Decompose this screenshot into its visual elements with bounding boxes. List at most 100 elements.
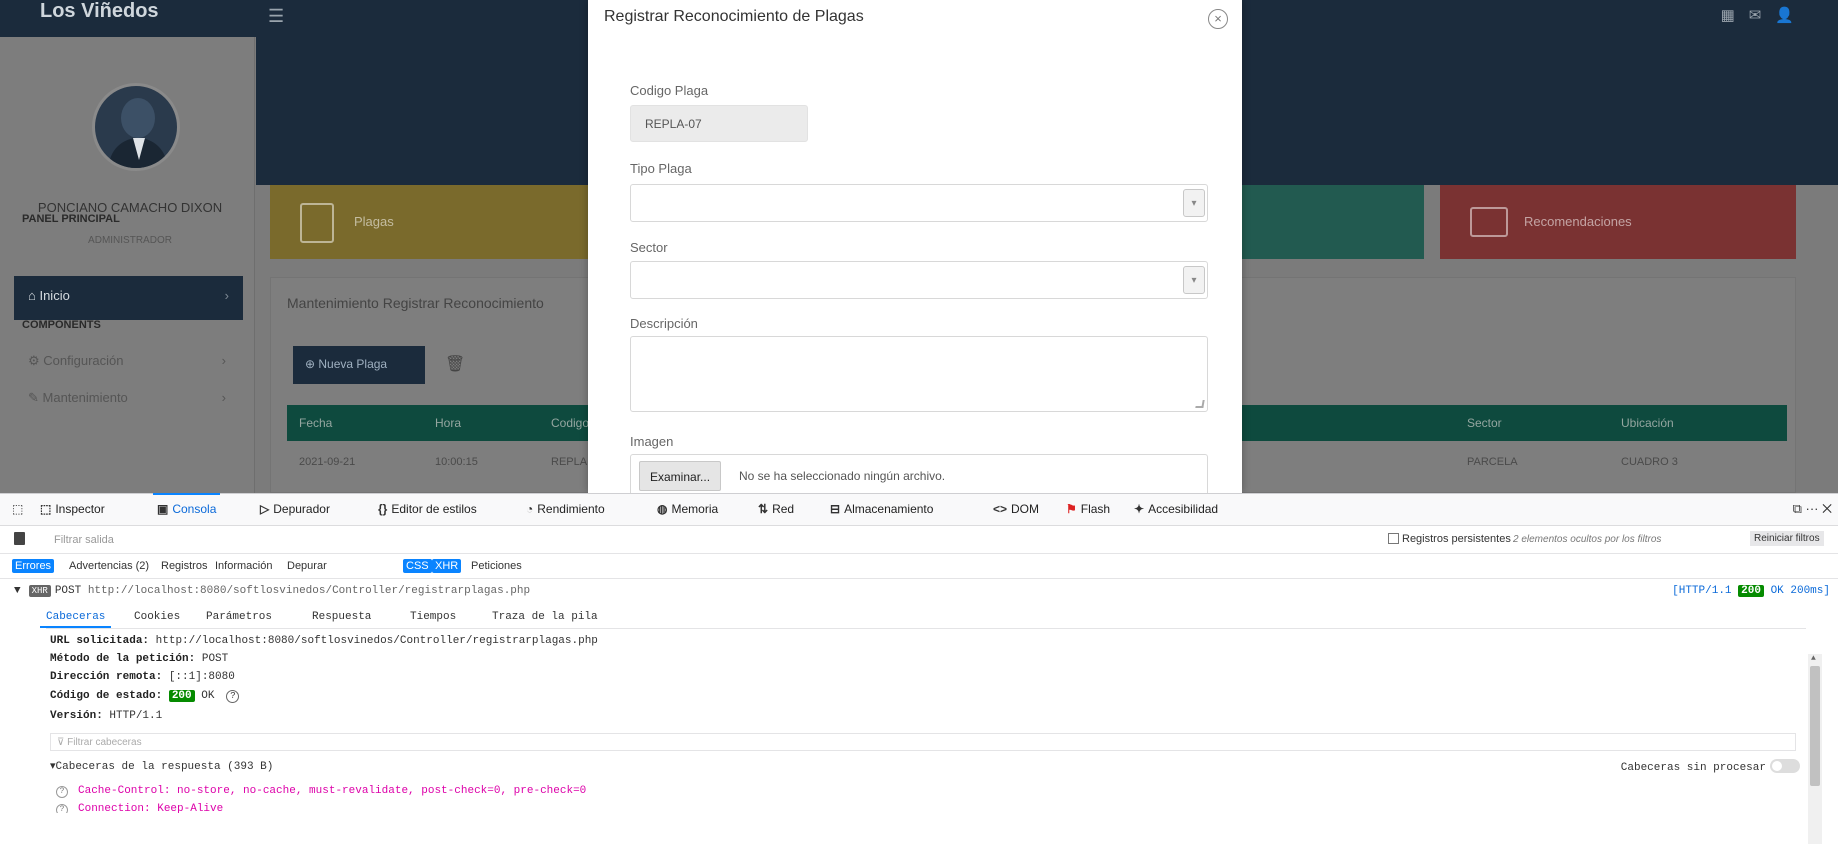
- request-summary[interactable]: ▼ XHR POST http://localhost:8080/softlosvi…: [14, 585, 530, 597]
- level-css[interactable]: CSS: [403, 559, 432, 573]
- help-icon[interactable]: ?: [56, 804, 68, 813]
- scrollbar-thumb[interactable]: [1810, 666, 1820, 786]
- debugger-icon: ▷: [260, 502, 270, 516]
- sidebar-item-home[interactable]: ⌂ Inicio ›: [14, 276, 243, 320]
- request-detail-tabs: Cabeceras Cookies Parámetros Respuesta T…: [39, 607, 1806, 629]
- tab-cookies[interactable]: Cookies: [134, 611, 180, 623]
- sidebar-item-maintenance[interactable]: ✎ Mantenimiento ›: [28, 390, 238, 406]
- level-info[interactable]: Información: [212, 559, 275, 573]
- help-icon[interactable]: ?: [226, 690, 240, 703]
- level-errors[interactable]: Errores: [12, 559, 55, 573]
- checkbox-icon: [1388, 533, 1399, 544]
- tile-recomendaciones[interactable]: Recomendaciones: [1440, 185, 1796, 259]
- column-header[interactable]: Fecha: [299, 416, 332, 430]
- tab-console[interactable]: ▣ Consola: [152, 493, 221, 516]
- level-logs[interactable]: Registros: [158, 559, 210, 573]
- tab-flash[interactable]: ⚑ Flash: [1066, 502, 1110, 516]
- filter-output-input[interactable]: Filtrar salida: [54, 534, 114, 546]
- expand-triangle-icon[interactable]: ▼: [14, 585, 21, 597]
- inspector-icon: ⬚: [40, 502, 52, 516]
- level-debug[interactable]: Depurar: [284, 559, 330, 573]
- tab-headers[interactable]: Cabeceras: [39, 611, 112, 628]
- persist-logs-checkbox[interactable]: Registros persistentes: [1388, 533, 1511, 545]
- type-select[interactable]: ▾: [630, 184, 1208, 222]
- menu-toggle-icon[interactable]: ☰: [268, 6, 284, 27]
- request-url[interactable]: http://localhost:8080/softlosvinedos/Con…: [88, 585, 530, 597]
- tab-label: Red: [772, 502, 795, 516]
- topbar-icons[interactable]: ▦✉👤: [1721, 6, 1808, 24]
- sidebar-item-label: Mantenimiento: [42, 390, 128, 405]
- tab-performance[interactable]: ◔ Rendimiento: [526, 502, 605, 516]
- tab-params[interactable]: Parámetros: [206, 611, 272, 623]
- protocol-text: [HTTP/1.1: [1672, 585, 1732, 597]
- level-xhr[interactable]: XHR: [432, 559, 462, 573]
- close-icon[interactable]: ×: [1208, 9, 1228, 29]
- console-filter-bar: Filtrar salida Registros persistentes 2 …: [0, 526, 1838, 554]
- field-value[interactable]: http://localhost:8080/softlosvinedos/Con…: [156, 635, 598, 647]
- scroll-up-icon[interactable]: ▲: [1811, 654, 1816, 663]
- tab-inspector[interactable]: ⬚ Inspector: [40, 502, 105, 516]
- tile-green[interactable]: [1242, 185, 1424, 259]
- header-text: Connection: Keep-Alive: [78, 803, 224, 813]
- resize-handle-icon[interactable]: [1195, 400, 1205, 408]
- raw-headers-toggle[interactable]: Cabeceras sin procesar: [1621, 759, 1800, 774]
- type-label: Tipo Plaga: [630, 161, 692, 176]
- filter-headers-input[interactable]: ⊽ Filtrar cabeceras: [50, 733, 1796, 751]
- accessibility-icon: ✦: [1134, 502, 1145, 516]
- level-warnings[interactable]: Advertencias (2): [66, 559, 152, 573]
- table-cell: PARCELA: [1467, 456, 1518, 468]
- trash-icon[interactable]: 🗑: [445, 354, 465, 374]
- tab-network[interactable]: ⇅ Red: [758, 502, 794, 516]
- field-label: URL solicitada:: [50, 635, 150, 647]
- memory-icon: ◍: [657, 502, 668, 516]
- toggle-switch[interactable]: [1770, 759, 1800, 773]
- modal-title: Registrar Reconocimiento de Plagas: [604, 8, 864, 25]
- help-icon[interactable]: ?: [56, 786, 68, 798]
- pick-element-icon[interactable]: ⬚: [12, 502, 23, 516]
- tab-timings[interactable]: Tiempos: [410, 611, 456, 623]
- description-textarea[interactable]: [630, 336, 1208, 412]
- sidebar: PONCIANO CAMACHO DIXON ADMINISTRADOR PAN…: [0, 37, 255, 493]
- tab-stack-trace[interactable]: Traza de la pila: [492, 611, 598, 623]
- column-header[interactable]: Sector: [1467, 416, 1502, 430]
- tab-response[interactable]: Respuesta: [312, 611, 371, 623]
- tab-style-editor[interactable]: {} Editor de estilos: [378, 502, 477, 516]
- sector-select[interactable]: ▾: [630, 261, 1208, 299]
- description-label: Descripción: [630, 316, 698, 331]
- network-request-entry: ▼ XHR POST http://localhost:8080/softlosvi…: [0, 579, 1838, 844]
- devtools-options-icon[interactable]: ⧉ ··· ✕: [1793, 501, 1832, 517]
- checkbox-label: Registros persistentes: [1402, 533, 1511, 545]
- document-icon: [300, 203, 334, 243]
- tab-accessibility[interactable]: ✦ Accesibilidad: [1134, 502, 1218, 516]
- new-pest-button[interactable]: ⊕ Nueva Plaga: [293, 346, 425, 384]
- browse-button[interactable]: Examinar...: [639, 461, 722, 491]
- tab-dom[interactable]: <> DOM: [993, 502, 1039, 516]
- requested-url-row: URL solicitada: http://localhost:8080/so…: [50, 635, 598, 647]
- clear-console-icon[interactable]: [14, 532, 25, 545]
- version-row: Versión: HTTP/1.1: [50, 710, 162, 722]
- field-label: Versión:: [50, 710, 103, 722]
- chevron-down-icon: ▾: [1183, 189, 1205, 217]
- reset-filters-button[interactable]: Reiniciar filtros: [1750, 531, 1824, 546]
- tile-plagas[interactable]: Plagas: [270, 185, 602, 259]
- tab-memory[interactable]: ◍ Memoria: [657, 502, 718, 516]
- plus-icon: ⊕: [305, 357, 319, 371]
- tab-storage[interactable]: ⊟ Almacenamiento: [830, 502, 933, 516]
- sidebar-item-config[interactable]: ⚙ Configuración ›: [28, 353, 238, 369]
- brand-logo[interactable]: Los Viñedos: [40, 0, 159, 23]
- field-label: Método de la petición:: [50, 653, 196, 665]
- scrollbar[interactable]: ▲: [1808, 654, 1822, 844]
- table-cell: CUADRO 3: [1621, 456, 1678, 468]
- field-value: OK: [201, 690, 215, 702]
- tile-label: Recomendaciones: [1524, 214, 1632, 229]
- column-header[interactable]: Hora: [435, 416, 461, 430]
- level-requests[interactable]: Peticiones: [468, 559, 525, 573]
- devtools-toolbar: ⬚ ⬚ Inspector ▣ Consola ▷ Depurador {} Edito…: [0, 493, 1838, 526]
- tab-label: Accesibilidad: [1148, 502, 1219, 516]
- column-header[interactable]: Ubicación: [1621, 416, 1674, 430]
- hidden-by-filters-text: 2 elementos ocultos por los filtros: [1513, 534, 1662, 545]
- column-header[interactable]: Codigo: [551, 416, 589, 430]
- chevron-down-icon: ▾: [1183, 266, 1205, 294]
- response-headers-section[interactable]: ▾Cabeceras de la respuesta (393 B) Cabec…: [50, 759, 1800, 783]
- tab-debugger[interactable]: ▷ Depurador: [260, 502, 330, 516]
